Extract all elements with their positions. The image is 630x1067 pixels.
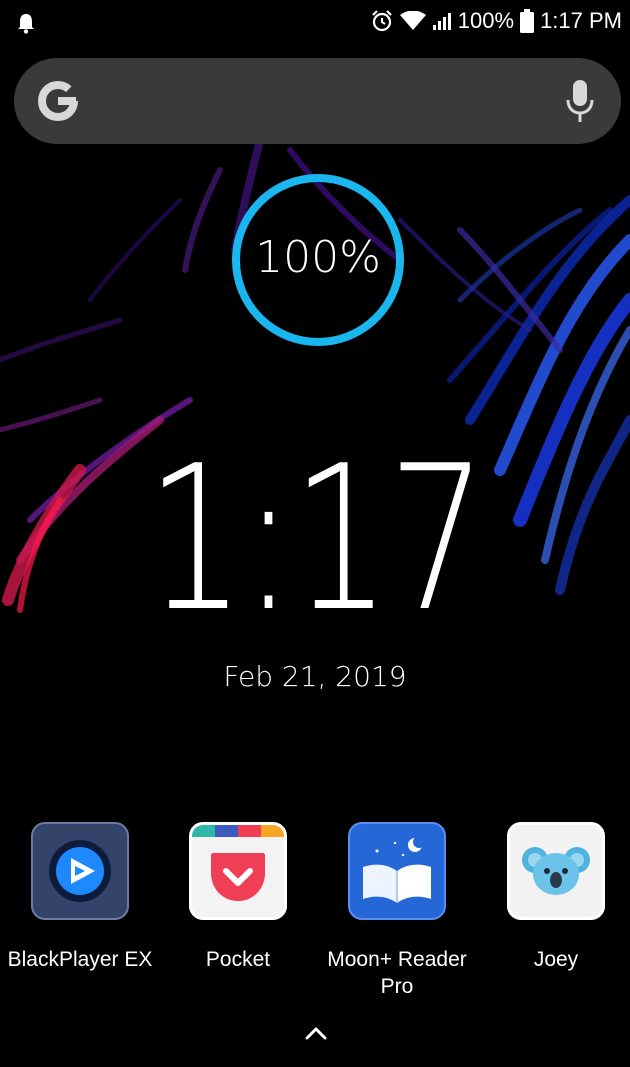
app-label: Pocket: [205, 948, 271, 971]
notification-bell-icon: [18, 14, 34, 34]
app-moon-reader[interactable]: Moon+ Reader Pro: [317, 822, 477, 1000]
battery-level-text: 100%: [255, 232, 381, 283]
alarm-icon: [372, 10, 392, 32]
microphone-icon[interactable]: [565, 78, 595, 124]
signal-icon: [432, 13, 451, 30]
chevron-up-icon[interactable]: [304, 1024, 328, 1042]
app-label: BlackPlayer EX: [7, 948, 153, 971]
google-search-bar[interactable]: [14, 58, 621, 144]
app-label: Moon+ Reader Pro: [327, 948, 467, 998]
app-pocket[interactable]: Pocket: [158, 822, 318, 973]
app-blackplayer[interactable]: BlackPlayer EX: [0, 822, 160, 973]
clock-date[interactable]: Feb 21, 2019: [0, 660, 630, 693]
clock-time[interactable]: 1:17: [69, 430, 560, 650]
google-g-icon[interactable]: [36, 79, 80, 123]
wifi-icon: [399, 11, 426, 30]
app-label: Joey: [533, 948, 579, 971]
blackplayer-icon[interactable]: [31, 822, 129, 920]
status-time: 1:17 PM: [540, 8, 622, 33]
pocket-icon[interactable]: [189, 822, 287, 920]
joey-koala-icon[interactable]: [507, 822, 605, 920]
status-bar[interactable]: 100% 1:17 PM: [0, 0, 630, 46]
battery-icon: [520, 9, 535, 33]
moon-reader-icon[interactable]: [348, 822, 446, 920]
app-joey[interactable]: Joey: [476, 822, 630, 973]
battery-percent: 100%: [457, 8, 515, 33]
